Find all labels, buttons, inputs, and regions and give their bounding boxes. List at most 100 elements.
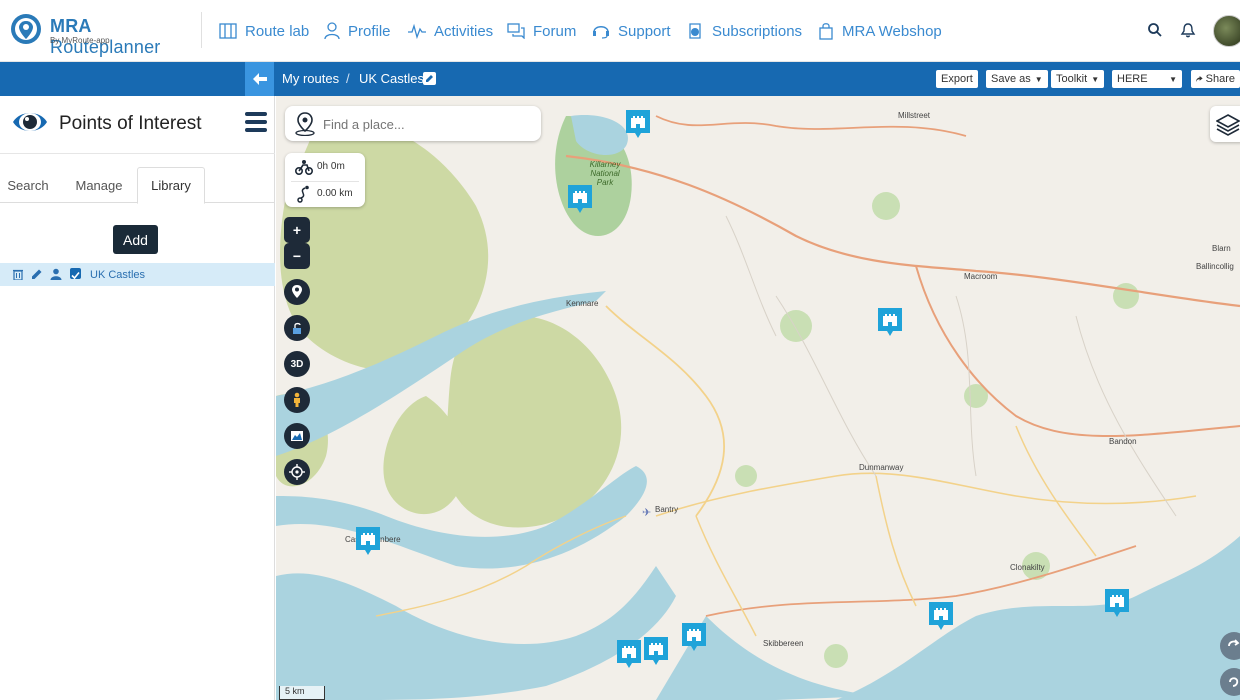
breadcrumb-separator: / — [346, 71, 350, 86]
redo-button[interactable] — [1220, 632, 1240, 660]
zoom-in-label: + — [292, 222, 302, 238]
library-item[interactable]: UK Castles — [0, 263, 275, 286]
route-lab-icon — [219, 23, 237, 39]
zoom-out-button[interactable]: − — [284, 243, 310, 269]
nav-route-lab-label: Route lab — [245, 22, 310, 40]
poi-panel: Points of Interest Search Manage Library… — [0, 96, 275, 700]
save-as-dropdown[interactable]: Save as ▼ — [986, 70, 1048, 88]
panel-title: Points of Interest — [59, 113, 202, 134]
place-label: Bandon — [1109, 437, 1137, 446]
nav-subscriptions[interactable]: Subscriptions — [686, 20, 802, 42]
route-distance-icon — [297, 185, 309, 203]
place-label: Millstreet — [898, 111, 931, 120]
back-button[interactable] — [245, 62, 274, 96]
nav-activities-label: Activities — [434, 22, 494, 40]
tab-search[interactable]: Search — [0, 167, 56, 203]
zoom-in-button[interactable]: + — [284, 217, 310, 243]
nav-forum[interactable]: Forum — [507, 20, 576, 42]
support-icon — [593, 26, 609, 39]
undo-button[interactable] — [1220, 668, 1240, 696]
zoom-out-label: − — [292, 248, 302, 264]
eye-icon — [13, 113, 47, 131]
nav-forum-label: Forum — [533, 22, 577, 40]
toolkit-label: Toolkit — [1056, 73, 1088, 85]
castle-marker-icon[interactable] — [643, 636, 669, 666]
poi-toggle-button[interactable] — [284, 279, 310, 305]
castle-marker-icon[interactable] — [928, 601, 954, 631]
unlock-icon — [293, 322, 301, 334]
castle-marker-icon[interactable] — [355, 526, 381, 556]
redo-icon — [1228, 639, 1240, 647]
forum-icon — [507, 23, 525, 39]
avatar[interactable] — [1213, 15, 1240, 47]
app-logo[interactable]: MRA Routeplanner By MyRoute-app — [8, 12, 188, 57]
breadcrumb-my-routes[interactable]: My routes — [282, 71, 339, 86]
trash-icon[interactable] — [12, 268, 24, 280]
tab-library[interactable]: Library — [137, 167, 205, 204]
location-pin-icon — [292, 285, 302, 298]
nav-webshop-label: MRA Webshop — [842, 22, 942, 40]
svg-text:✈: ✈ — [642, 507, 651, 519]
street-view-person-icon — [294, 392, 300, 407]
locate-me-button[interactable] — [284, 459, 310, 485]
add-button[interactable]: Add — [113, 225, 158, 254]
3d-view-button[interactable]: 3D — [284, 351, 310, 377]
share-icon — [1196, 75, 1203, 83]
library-item-name[interactable]: UK Castles — [90, 269, 145, 281]
logo-subtitle: By MyRoute-app — [50, 36, 110, 45]
share-button[interactable]: Share — [1191, 70, 1240, 88]
place-label: Macroom — [964, 272, 998, 281]
activities-icon — [408, 23, 426, 39]
nav-divider — [201, 12, 202, 48]
user-icon[interactable] — [50, 268, 62, 280]
tab-manage[interactable]: Manage — [66, 167, 132, 203]
nav-profile-label: Profile — [348, 22, 391, 40]
place-label: Kenmare — [566, 299, 599, 308]
place-label: Bantry — [655, 505, 679, 514]
place-search — [285, 106, 541, 141]
share-label: Share — [1205, 73, 1235, 85]
library-item-checkbox[interactable] — [70, 268, 81, 280]
caret-down-icon: ▼ — [1034, 74, 1043, 84]
route-toolbar: My routes / UK Castles Export Save as ▼ T… — [0, 62, 1240, 96]
caret-down-icon: ▼ — [1091, 74, 1100, 84]
route-stats: 0h 0m 0.00 km — [285, 153, 365, 207]
mountain-chart-icon — [291, 431, 303, 441]
nav-webshop[interactable]: MRA Webshop — [818, 20, 942, 42]
map-scale: 5 km — [279, 686, 325, 700]
street-view-button[interactable] — [284, 387, 310, 413]
elevation-button[interactable] — [284, 423, 310, 449]
place-search-input[interactable] — [323, 114, 523, 134]
edit-route-name-icon[interactable] — [423, 72, 436, 85]
breadcrumb-current-route: UK Castles — [359, 71, 425, 86]
castle-marker-icon[interactable] — [1104, 588, 1130, 618]
nav-subscriptions-label: Subscriptions — [712, 22, 803, 40]
map-layers-button[interactable] — [1210, 106, 1240, 142]
place-label: Skibbereen — [763, 639, 804, 648]
top-navigation: MRA Routeplanner By MyRoute-app Route la… — [0, 0, 1240, 62]
panel-tabs: Search Manage Library — [0, 167, 275, 204]
nav-support[interactable]: Support — [592, 20, 671, 42]
export-button[interactable]: Export — [936, 70, 978, 88]
castle-marker-icon[interactable] — [616, 639, 642, 669]
nav-profile[interactable]: Profile — [324, 20, 391, 42]
toolkit-dropdown[interactable]: Toolkit ▼ — [1051, 70, 1105, 88]
nav-route-lab[interactable]: Route lab — [219, 20, 309, 42]
panel-header: Points of Interest — [0, 96, 275, 154]
search-icon[interactable] — [1147, 22, 1163, 38]
map-provider-select[interactable]: HERE ▼ — [1112, 70, 1182, 88]
lock-button[interactable] — [284, 315, 310, 341]
castle-marker-icon[interactable] — [681, 622, 707, 652]
castle-marker-icon[interactable] — [877, 307, 903, 337]
pencil-icon[interactable] — [31, 268, 43, 280]
menu-hamburger-icon[interactable] — [245, 112, 267, 134]
castle-marker-icon[interactable] — [567, 184, 593, 214]
route-distance: 0.00 km — [317, 188, 353, 199]
nav-activities[interactable]: Activities — [408, 20, 493, 42]
place-label: Dunmanway — [859, 463, 904, 472]
place-label: Blarn — [1212, 244, 1231, 253]
map-canvas[interactable]: ✈ Millstreet Killarney National Park Ken… — [276, 96, 1240, 700]
castle-marker-icon[interactable] — [625, 109, 651, 139]
map-base-layer: ✈ — [276, 96, 1240, 700]
notification-bell-icon[interactable] — [1180, 22, 1196, 38]
